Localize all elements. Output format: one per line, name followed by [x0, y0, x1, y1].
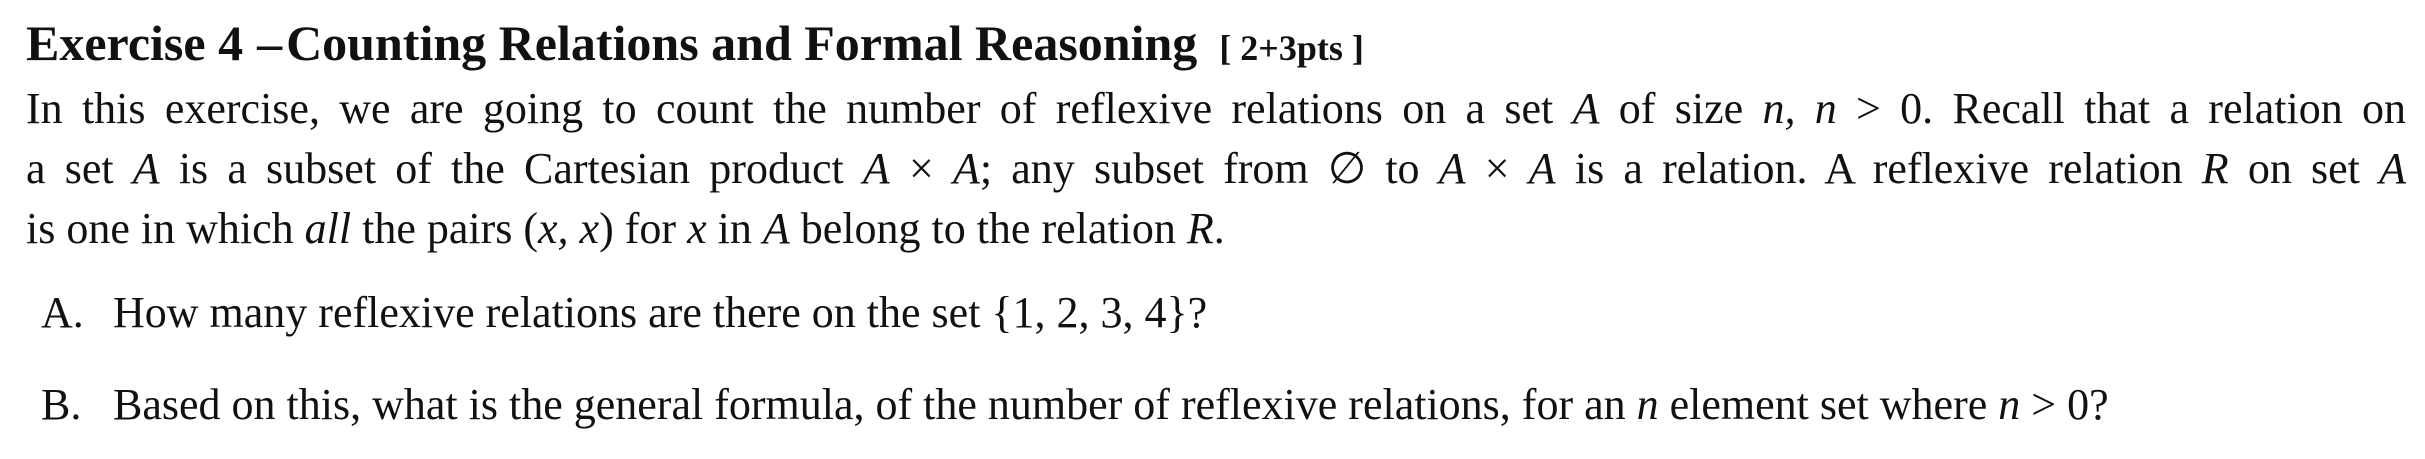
text-run: > 0? [2020, 380, 2109, 429]
math-set-a: A [132, 144, 160, 193]
math-set-a: A [1438, 144, 1466, 193]
question-label: B. [41, 380, 82, 429]
math-n-n: n, n [1762, 84, 1837, 133]
text-run: × [1465, 144, 1529, 193]
math-set-a: A [1572, 84, 1600, 133]
text-run: a set [26, 144, 133, 193]
math-set-a: A [762, 204, 790, 253]
intro-line-3: is one in which all the pairs (x, x) for… [26, 199, 2406, 259]
text-run: Based on this, what is the general formu… [113, 380, 1637, 429]
text-run: element set where [1658, 380, 1999, 429]
question-text: How many reflexive relations are there o… [113, 283, 1207, 343]
exercise-page: Exercise 4 –Counting Relations and Formal… [26, 12, 2406, 435]
text-run: on set [2228, 144, 2380, 193]
math-relation-r: R [2201, 144, 2229, 193]
text-run: ) for [599, 204, 688, 253]
text-run: is a relation. A reflexive relation [1555, 144, 2202, 193]
exercise-points: [ 2+3pts ] [1219, 28, 1364, 68]
text-run: × [889, 144, 953, 193]
question-text: Based on this, what is the general formu… [113, 375, 2109, 435]
text-run: is one in which [26, 204, 305, 253]
math-n: n [1636, 380, 1659, 429]
question-item-b: B. Based on this, what is the general fo… [41, 375, 2406, 435]
intro-line-2: a set A is a subset of the Cartesian pro… [26, 139, 2406, 199]
text-run: belong to the relation [789, 204, 1187, 253]
math-set-a: A [952, 144, 980, 193]
text-run: the pairs ( [351, 204, 539, 253]
math-set-a: A [862, 144, 890, 193]
math-set-a: A [2379, 144, 2406, 193]
heading-dash: – [257, 15, 283, 71]
intro-paragraph: In this exercise, we are going to count … [26, 79, 2406, 259]
exercise-number: Exercise 4 [26, 15, 244, 71]
text-run: In this exercise, we are going to count … [26, 84, 1573, 133]
math-pair-x-x: x, x [538, 204, 600, 253]
math-x: x [687, 204, 707, 253]
text-run: is a subset of the Cartesian product [159, 144, 863, 193]
question-label: A. [41, 288, 84, 337]
text-run: ; any subset from ∅ to [979, 144, 1439, 193]
math-set-a: A [1528, 144, 1556, 193]
exercise-title: Counting Relations and Formal Reasoning [286, 15, 1198, 71]
text-run: . [1213, 204, 1225, 253]
text-run: of size [1599, 84, 1763, 133]
emphasis-all: all [304, 204, 352, 253]
text-run: How many reflexive relations are there o… [113, 288, 1208, 337]
question-item-a: A. How many reflexive relations are ther… [41, 283, 2406, 343]
intro-line-1: In this exercise, we are going to count … [26, 79, 2406, 139]
text-run: > 0. Recall that a relation on [1836, 84, 2406, 133]
exercise-heading: Exercise 4 –Counting Relations and Formal… [26, 12, 2406, 79]
text-run: in [706, 204, 763, 253]
question-list: A. How many reflexive relations are ther… [26, 283, 2406, 435]
math-relation-r: R [1186, 204, 1214, 253]
math-n: n [1998, 380, 2021, 429]
